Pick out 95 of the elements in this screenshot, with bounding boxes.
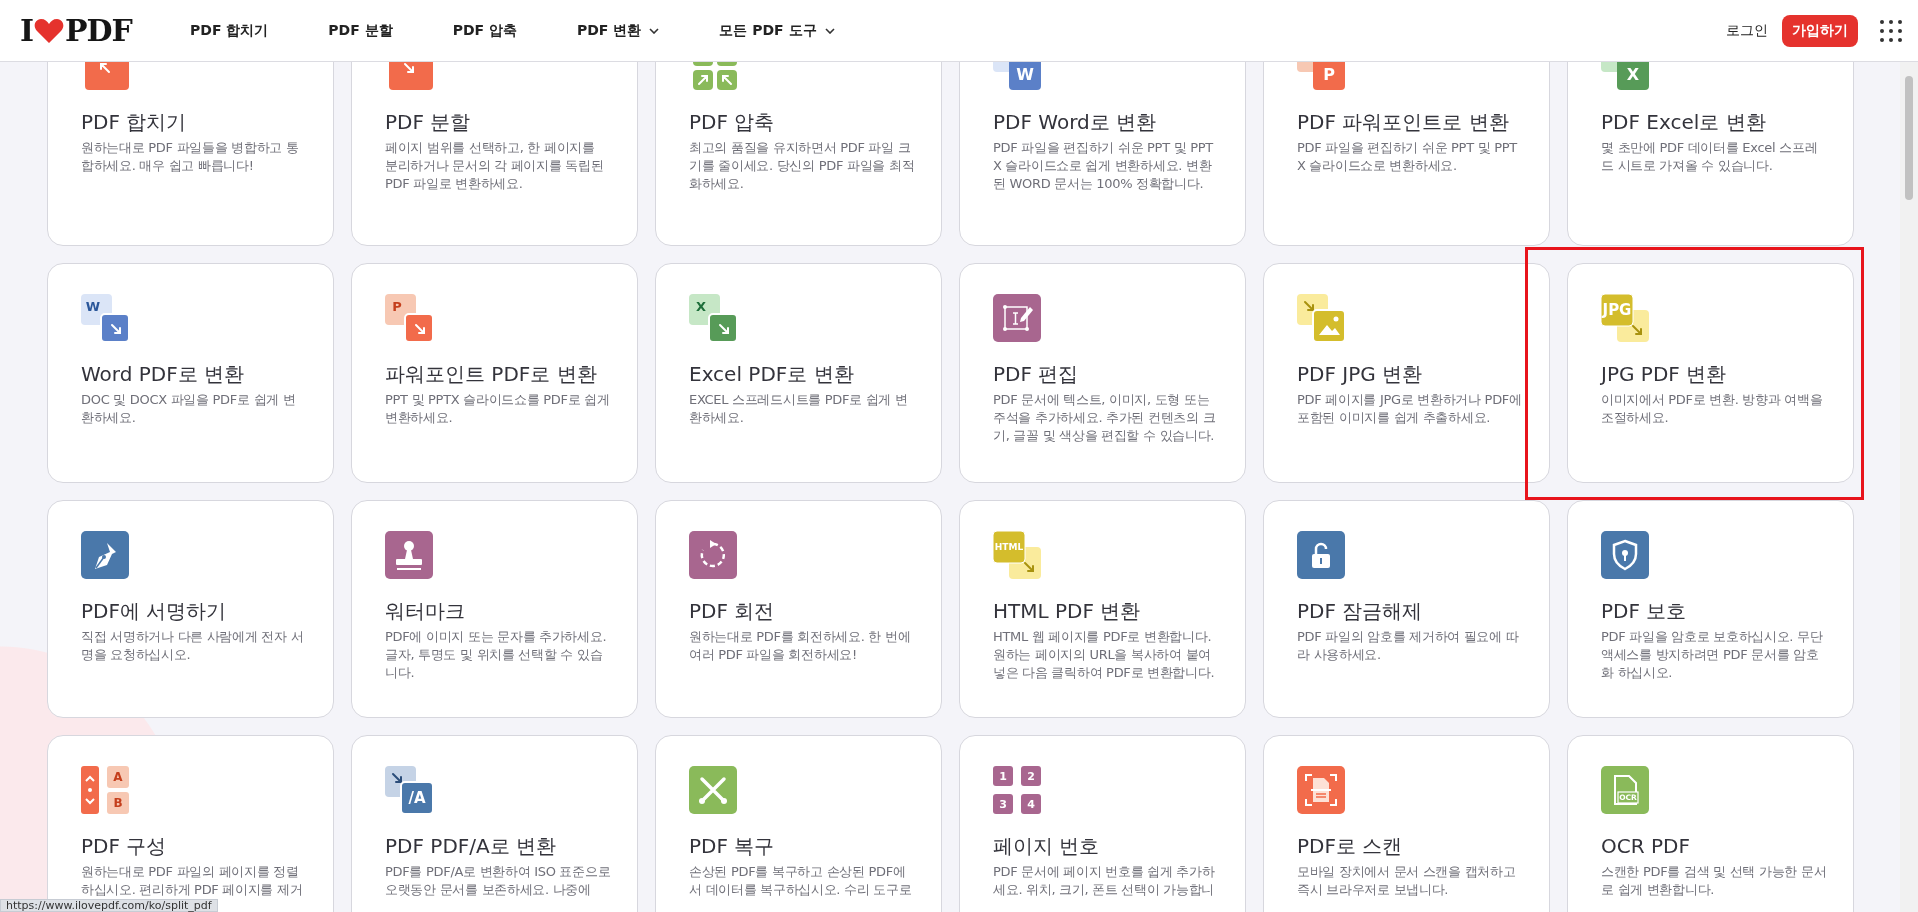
tool-title: PDF 편집 [993,361,1080,388]
tool-card[interactable]: PDF 복구 손상된 PDF를 복구하고 손상된 PDF에서 데이터를 복구하십시오. 수리 도구로 [655,735,942,912]
tool-title: PDF 잠금해제 [1297,598,1424,625]
tool-description: 원하는대로 PDF 파일들을 병합하고 통합하세요. 매우 쉽고 빠릅니다! [81,139,300,175]
stamp-icon [385,531,433,579]
tool-card[interactable]: HTML HTML PDF 변환 HTML 웹 페이지를 PDF로 변환합니다. 원하는 페이지의 URL을 복사하여 붙여넣은 다음 클릭하여 PDF로 변환합니다. [959,500,1246,718]
tool-title: PDF Word로 변환 [993,109,1158,136]
tool-title: PDF 파워포인트로 변환 [1297,109,1510,136]
tool-title: PDF 분할 [385,109,472,136]
tool-card[interactable]: PDF 회전 원하는대로 PDF를 회전하세요. 한 번에 여러 PDF 파일을 회전하세요! [655,500,942,718]
nav-link[interactable]: PDF 합치기 [190,13,269,48]
tool-card[interactable]: PDF JPG 변환 PDF 페이지를 JPG로 변환하거나 PDF에 포함된 이미지를 쉽게 추출하세요. [1263,263,1550,483]
tool-title: PDF PDF/A로 변환 [385,833,558,860]
tool-card[interactable]: PDF 잠금해제 PDF 파일의 암호를 제거하여 필요에 따라 사용하세요. [1263,500,1550,718]
tool-card[interactable]: 1 2 3 4 페이지 번호 PDF 문서에 페이지 번호를 쉽게 추가하세요. 위치, 크기, 폰트 선택이 가능합니 [959,735,1246,912]
tool-description: PDF 파일을 편집하기 쉬운 PPT 및 PPTX 슬라이드쇼로 쉽게 변환하세요. 변환된 WORD 문서는 100% 정확합니다. [993,139,1215,193]
tool-card[interactable]: W Word PDF로 변환 DOC 및 DOCX 파일을 PDF로 쉽게 변환하세요. [47,263,334,483]
tool-title: PDF 합치기 [81,109,188,136]
login-link[interactable]: 로그인 [1726,21,1768,40]
tool-title: HTML PDF 변환 [993,598,1142,625]
tool-description: PDF 페이지를 JPG로 변환하거나 PDF에 포함된 이미지를 쉽게 추출하세요. [1297,391,1523,427]
tool-title: 워터마크 [385,598,466,625]
tool-description: HTML 웹 페이지를 PDF로 변환합니다. 원하는 페이지의 URL을 복사하여 붙여넣은 다음 클릭하여 PDF로 변환합니다. [993,628,1216,682]
tool-card[interactable]: X PDF Excel로 변환 몇 초만에 PDF 데이터를 Excel 스프레드 시트로 가져올 수 있습니다. [1567,62,1854,246]
tool-description: PDF를 PDF/A로 변환하여 ISO 표준으로 오랫동안 문서를 보존하세요. 나중에 [385,863,611,899]
status-url: https://www.ilovepdf.com/ko/split_pdf [0,899,218,912]
tool-description: PDF 파일을 편집하기 쉬운 PPT 및 PPTX 슬라이드쇼로 변환하세요. [1297,139,1519,175]
tool-description: DOC 및 DOCX 파일을 PDF로 쉽게 변환하세요. [81,391,297,427]
chevron-down-icon [824,27,835,34]
tools-icon [689,766,737,814]
logo-text: PDF [65,13,132,48]
scrollbar[interactable] [1900,62,1918,912]
tool-title: PDF JPG 변환 [1297,361,1424,388]
nav-link[interactable]: 모든 PDF 도구 [719,13,835,48]
tool-description: 모바일 장치에서 문서 스캔을 캡처하고 즉시 브라우저로 보냅니다. [1297,863,1517,899]
tool-card[interactable]: PDF 합치기 원하는대로 PDF 파일들을 병합하고 통합하세요. 매우 쉽고 빠릅니다! [47,62,334,246]
tool-card[interactable]: PDF 압축 최고의 품질을 유지하면서 PDF 파일 크기를 줄이세요. 당신의 PDF 파일을 최적화하세요. [655,62,942,246]
tool-description: 원하는대로 PDF 파일의 페이지를 정렬하십시오. 편리하게 PDF 페이지를 제거 [81,863,304,899]
tool-description: 최고의 품질을 유지하면서 PDF 파일 크기를 줄이세요. 당신의 PDF 파일을 최적화하세요. [689,139,915,193]
rotate-icon [689,531,737,579]
tool-description: 직접 서명하거나 다른 사람에게 전자 서명을 요청하십시오. [81,628,305,664]
tool-card[interactable]: JPG JPG PDF 변환 이미지에서 PDF로 변환. 방향과 여백을 조절하세요. [1567,263,1854,483]
logo-text: I [20,13,34,48]
tool-description: PPT 및 PPTX 슬라이드쇼를 PDF로 쉽게 변환하세요. [385,391,611,427]
tool-card[interactable]: /A PDF PDF/A로 변환 PDF를 PDF/A로 변환하여 ISO 표준으로 오랫동안 문서를 보존하세요. 나중에 [351,735,638,912]
tool-description: 이미지에서 PDF로 변환. 방향과 여백을 조절하세요. [1601,391,1824,427]
tool-description: PDF 파일의 암호를 제거하여 필요에 따라 사용하세요. [1297,628,1520,664]
scrollbar-thumb[interactable] [1905,76,1913,200]
tool-description: 몇 초만에 PDF 데이터를 Excel 스프레드 시트로 가져올 수 있습니다. [1601,139,1819,175]
tool-title: PDF로 스캔 [1297,833,1404,860]
tool-description: PDF 문서에 텍스트, 이미지, 도형 또는 주석을 추가하세요. 추가된 컨텐츠의 크기, 글꼴 및 색상을 편집할 수 있습니다. [993,391,1217,445]
unlock-icon [1297,531,1345,579]
tool-card[interactable]: 워터마크 PDF에 이미지 또는 문자를 추가하세요. 글자, 투명도 및 위치를 선택할 수 있습니다. [351,500,638,718]
tool-card[interactable]: PDF 편집 PDF 문서에 텍스트, 이미지, 도형 또는 주석을 추가하세요. 추가된 컨텐츠의 크기, 글꼴 및 색상을 편집할 수 있습니다. [959,263,1246,483]
nav-link[interactable]: PDF 분할 [328,13,393,48]
pen-nib-icon [81,531,129,579]
tool-title: PDF Excel로 변환 [1601,109,1767,136]
tool-title: Word PDF로 변환 [81,361,246,388]
chevron-down-icon [649,27,660,34]
scan-icon [1297,766,1345,814]
tool-title: PDF 복구 [689,833,776,860]
tool-title: 페이지 번호 [993,833,1101,860]
heart-icon [34,17,65,44]
tool-card[interactable]: X Excel PDF로 변환 EXCEL 스프레드시트를 PDF로 쉽게 변환하세요. [655,263,942,483]
tool-description: 원하는대로 PDF를 회전하세요. 한 번에 여러 PDF 파일을 회전하세요! [689,628,912,664]
tool-card[interactable]: PDF에 서명하기 직접 서명하거나 다른 사람에게 전자 서명을 요청하십시오. [47,500,334,718]
tool-description: PDF에 이미지 또는 문자를 추가하세요. 글자, 투명도 및 위치를 선택할 수 있습니다. [385,628,608,682]
tool-title: JPG PDF 변환 [1601,361,1728,388]
tool-title: PDF 구성 [81,833,168,860]
tool-description: PDF 파일을 암호로 보호하십시오. 무단 액세스를 방지하려면 PDF 문서를 암호화 하십시오. [1601,628,1824,682]
tool-description: EXCEL 스프레드시트를 PDF로 쉽게 변환하세요. [689,391,909,427]
nav-link[interactable]: PDF 압축 [452,13,517,48]
tool-card[interactable]: PDF 분할 페이지 범위를 선택하고, 한 페이지를 분리하거나 문서의 각 페이지를 독립된 PDF 파일로 변환하세요. [351,62,638,246]
image-tile-icon [1297,294,1345,342]
tool-description: 손상된 PDF를 복구하고 손상된 PDF에서 데이터를 복구하십시오. 수리 도구로 [689,863,913,899]
tool-title: PDF에 서명하기 [81,598,228,625]
tool-title: OCR PDF [1601,833,1691,860]
tool-title: Excel PDF로 변환 [689,361,855,388]
tool-title: PDF 보호 [1601,598,1688,625]
tool-description: PDF 문서에 페이지 번호를 쉽게 추가하세요. 위치, 크기, 폰트 선택이 가능합니 [993,863,1216,899]
shield-icon [1601,531,1649,579]
edit-icon [993,294,1041,342]
tool-title: PDF 압축 [689,109,776,136]
tool-title: PDF 회전 [689,598,776,625]
tool-title: 파워포인트 PDF로 변환 [385,361,598,388]
signup-button[interactable]: 가입하기 [1782,14,1858,47]
tool-description: 스캔한 PDF를 검색 및 선택 가능한 문서로 쉽게 변환합니다. [1601,863,1827,899]
tool-card[interactable]: PDF로 스캔 모바일 장치에서 문서 스캔을 캡처하고 즉시 브라우저로 보냅니다. [1263,735,1550,912]
tool-card[interactable]: W PDF Word로 변환 PDF 파일을 편집하기 쉬운 PPT 및 PPTX 슬라이드쇼로 쉽게 변환하세요. 변환된 WORD 문서는 100% 정확합니다. [959,62,1246,246]
tool-card[interactable]: PDF 보호 PDF 파일을 암호로 보호하십시오. 무단 액세스를 방지하려면 PDF 문서를 암호화 하십시오. [1567,500,1854,718]
tool-card[interactable]: P PDF 파워포인트로 변환 PDF 파일을 편집하기 쉬운 PPT 및 PPTX 슬라이드쇼로 변환하세요. [1263,62,1550,246]
nav-link[interactable]: PDF 변환 [577,13,660,48]
tool-description: 페이지 범위를 선택하고, 한 페이지를 분리하거나 문서의 각 페이지를 독립된 PDF 파일로 변환하세요. [385,139,605,193]
tool-card[interactable]: P 파워포인트 PDF로 변환 PPT 및 PPTX 슬라이드쇼를 PDF로 쉽게 변환하세요. [351,263,638,483]
apps-grid-icon[interactable] [1880,19,1902,42]
